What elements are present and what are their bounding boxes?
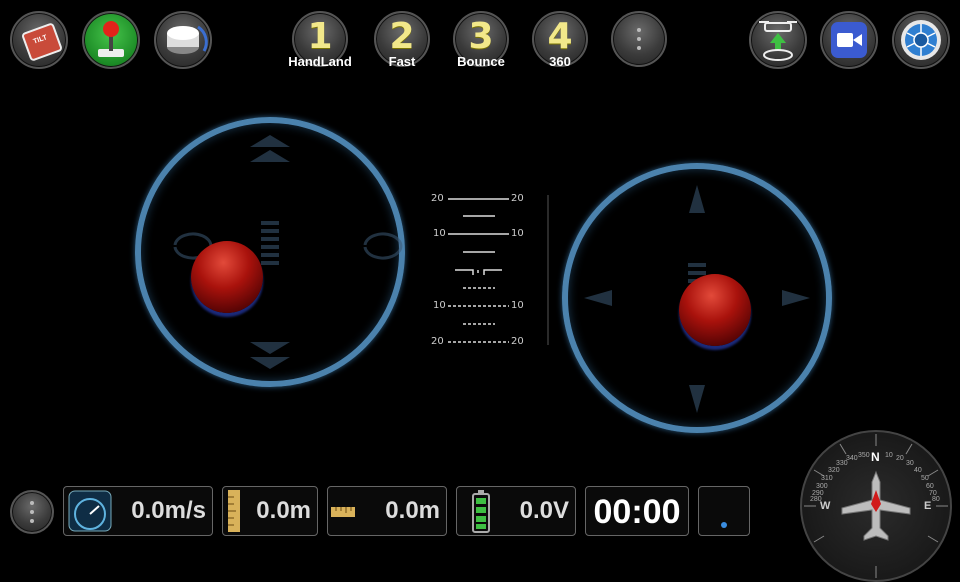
take-photo-button[interactable] <box>892 11 950 69</box>
mode-360-label: 360 <box>549 54 571 69</box>
joystick-mode-button[interactable] <box>82 11 140 69</box>
left-stick-knob[interactable] <box>191 241 263 313</box>
drone-takeoff-icon <box>759 21 797 61</box>
right-joystick[interactable] <box>562 163 832 433</box>
battery-panel: 0.0V <box>456 486 576 536</box>
pitch-ladder <box>448 195 549 345</box>
more-vertical-icon <box>637 37 641 41</box>
height-value: 0.0m <box>256 497 311 524</box>
record-video-button[interactable] <box>820 11 878 69</box>
gravity-knob-button[interactable] <box>154 11 212 69</box>
left-stick-guides <box>173 135 403 369</box>
left-joystick[interactable] <box>135 117 405 387</box>
joystick-icon <box>98 21 124 57</box>
speed-panel: 0.0m/s <box>63 486 213 536</box>
status-indicator-dot <box>721 522 727 528</box>
more-options-button[interactable] <box>611 11 667 67</box>
tilt-phone-icon: TILT <box>20 22 64 62</box>
more-vertical-icon <box>30 510 34 514</box>
height-panel: 0.0m <box>222 486 318 536</box>
knob-icon <box>167 25 208 54</box>
video-camera-icon <box>837 33 862 47</box>
tilt-mode-button[interactable]: TILT <box>10 11 68 69</box>
timer-panel: 00:00 <box>585 486 689 536</box>
bottom-more-button[interactable] <box>10 490 54 534</box>
distance-value: 0.0m <box>385 497 440 524</box>
compass: N E W 10 20 30 40 50 60 70 80 350 340 33… <box>800 430 952 582</box>
ruler-horizontal-icon <box>331 507 355 517</box>
battery-icon <box>472 490 490 533</box>
attitude-indicator: 20 20 10 10 10 10 20 20 <box>425 193 555 347</box>
airplane-heading-icon <box>841 470 911 541</box>
signal-panel <box>698 486 750 536</box>
takeoff-button[interactable] <box>749 11 807 69</box>
distance-panel: 0.0m <box>327 486 447 536</box>
camera-shutter-icon <box>905 24 937 56</box>
right-stick-knob[interactable] <box>679 274 751 346</box>
ruler-vertical-icon <box>228 490 240 532</box>
timer-value: 00:00 <box>593 493 681 531</box>
voltage-value: 0.0V <box>519 497 569 524</box>
speed-value: 0.0m/s <box>131 497 206 524</box>
speedometer-icon <box>68 490 112 532</box>
